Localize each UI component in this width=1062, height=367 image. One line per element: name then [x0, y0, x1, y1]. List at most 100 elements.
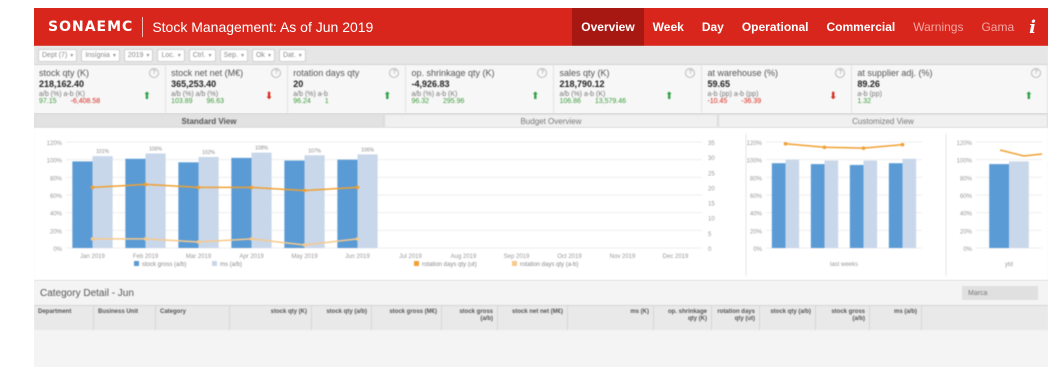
column-header[interactable]: rotation days qty (ut) [712, 306, 760, 330]
kpi-sub-values: 96.32 295.96 [411, 98, 548, 105]
tab-day[interactable]: Day [693, 8, 733, 46]
bar [357, 154, 378, 248]
column-header[interactable]: stock qty (a/b) [760, 306, 816, 330]
kpi-sub-label: a/b (%) a-b (K) [411, 91, 458, 98]
page-title: Stock Management: As of Jun 2019 [152, 19, 374, 35]
x-axis-label: ytd [1005, 262, 1013, 268]
kpi-sub-value: 13,579.46 [594, 98, 627, 105]
column-header[interactable]: stock gross (M€) [372, 306, 442, 330]
tab-week[interactable]: Week [644, 8, 693, 46]
filter-dropdown[interactable]: Loc. ▾ [157, 48, 185, 62]
x-tick-label: May 2019 [291, 254, 318, 260]
column-header[interactable]: ms (a/b) [870, 306, 922, 330]
bar [824, 160, 839, 248]
kpi-value: 365,253.40 [171, 79, 217, 89]
bar [785, 159, 800, 248]
kpi-card: at warehouse (%) 59.65 a-b (pp) a-b (pp) -1… [702, 65, 853, 113]
tab-warnings[interactable]: Warnings [904, 8, 972, 46]
filter-dropdown[interactable]: Ctrl. ▾ [188, 48, 216, 62]
kpi-value: 59.65 [707, 79, 730, 89]
kpi-label: stock qty (K) [39, 68, 90, 78]
bar [72, 161, 93, 248]
kpi-sub-value: -36.39 [741, 98, 762, 105]
x-tick-label: Feb 2019 [133, 254, 159, 260]
tab-operational[interactable]: Operational [733, 8, 818, 46]
y2-tick-label: 35 [708, 141, 715, 147]
arrow-down-icon: ⬇ [264, 91, 274, 102]
kpi-sub-values: 1.32 [857, 98, 1042, 105]
marca-dropdown[interactable]: Marca [962, 286, 1038, 300]
y2-tick-label: 15 [708, 202, 715, 208]
y-tick-label: 20% [750, 229, 763, 235]
column-header[interactable]: Business Unit [94, 306, 156, 330]
category-title: Category Detail - Jun [40, 287, 134, 299]
y-tick-label: 100% [47, 159, 63, 165]
filter-dropdown[interactable]: Dat. ▾ [278, 48, 306, 62]
column-header[interactable]: stock qty (K) [230, 306, 312, 330]
kpi-label: rotation days qty [293, 68, 360, 78]
help-icon[interactable]: ? [1031, 68, 1042, 78]
legend-swatch [414, 261, 419, 266]
view-tabs: Standard View Budget Overview Customized V… [34, 114, 1048, 128]
legend-label: rotation days qty (a-b) [520, 262, 578, 268]
chevron-down-icon: ▾ [208, 52, 212, 59]
kpi-value: 218,162.40 [39, 79, 85, 89]
bar [1009, 161, 1029, 248]
y-tick-label: 80% [750, 176, 763, 182]
kpi-label: sales qty (K) [559, 68, 610, 78]
bar [145, 153, 166, 248]
kpi-label: stock net net (M€) [171, 68, 244, 78]
filter-dropdown[interactable]: 2019 ▾ [123, 48, 154, 62]
kpi-sub-value: -6,408.58 [70, 98, 101, 105]
data-label: 106% [361, 147, 374, 153]
column-header[interactable]: Category [156, 306, 230, 330]
y2-tick-label: 0 [708, 247, 712, 253]
column-header[interactable]: stock qty (a/b) [312, 306, 372, 330]
column-header[interactable]: op. shrinkage qty (K) [654, 306, 712, 330]
info-icon[interactable]: i [1023, 8, 1048, 46]
arrow-down-icon: ⬇ [829, 91, 838, 102]
arrow-up-icon: ⬆ [383, 91, 392, 102]
kpi-sub-value: 295.96 [443, 98, 465, 105]
kpi-sub-value: 106.86 [559, 98, 581, 105]
y2-tick-label: 30 [708, 156, 715, 162]
view-tab[interactable]: Customized View [717, 114, 1048, 128]
bar [810, 164, 825, 248]
page-margin-right [1048, 0, 1062, 367]
kpi-sub-values: -10.45 -36.39 [707, 98, 846, 105]
filter-dropdown[interactable]: Ok ▾ [251, 48, 275, 62]
column-header[interactable]: ms (K) [568, 306, 654, 330]
series-line [999, 149, 1043, 157]
y-tick-label: 120% [47, 141, 63, 147]
app-window: SONAEMC Stock Management: As of Jun 2019… [34, 8, 1048, 367]
x-tick-label: Oct 2019 [557, 254, 582, 260]
view-tab[interactable]: Standard View [34, 114, 384, 128]
column-header[interactable]: stock gross (a/b) [442, 306, 498, 330]
kpi-sub-value: 103.89 [171, 98, 193, 105]
series-line [785, 143, 903, 149]
category-table-header: Department Business Unit Category stock qty… [34, 305, 1048, 330]
filter-dropdown[interactable]: Insígnia ▾ [81, 48, 120, 62]
x-tick-label: Dec 2019 [663, 254, 689, 260]
filter-dropdown[interactable]: Dept (7) ▾ [38, 48, 78, 62]
chevron-down-icon: ▾ [112, 52, 116, 59]
data-label: 108% [255, 146, 268, 152]
view-tab[interactable]: Budget Overview [383, 114, 718, 128]
tab-overview[interactable]: Overview [572, 8, 644, 46]
y-tick-label: 40% [750, 212, 763, 218]
kpi-label: at warehouse (%) [707, 68, 778, 78]
data-label: 102% [202, 150, 215, 156]
arrow-up-icon: ⬆ [142, 91, 152, 102]
category-header: Category Detail - Jun Marca [34, 281, 1048, 305]
column-header[interactable]: Department [34, 306, 94, 330]
tab-gama[interactable]: Gama [972, 8, 1023, 46]
legend-label: rotation days qty (ut) [422, 262, 477, 268]
bar [231, 157, 252, 248]
top-bar: SONAEMC Stock Management: As of Jun 2019… [34, 8, 1048, 46]
filter-dropdown[interactable]: Sep. ▾ [219, 48, 248, 62]
kpi-sub-value: 96.63 [206, 98, 225, 105]
column-header[interactable]: stock net net (M€) [498, 306, 568, 330]
tab-commercial[interactable]: Commercial [818, 8, 905, 46]
kpi-value: -4,926.83 [411, 79, 450, 89]
column-header[interactable]: stock gross (a/b) [816, 306, 870, 330]
